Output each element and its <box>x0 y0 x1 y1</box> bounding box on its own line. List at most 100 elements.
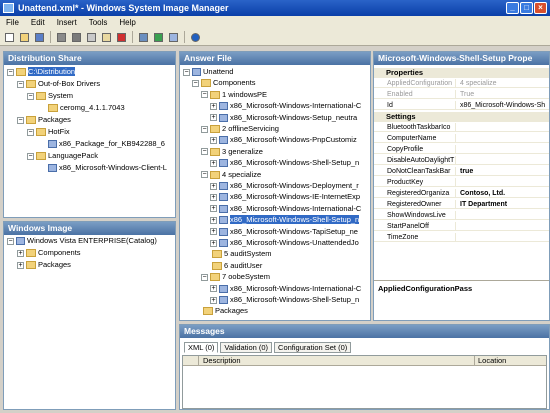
new-button[interactable] <box>3 31 16 44</box>
property-row[interactable]: StartPanelOff <box>374 222 549 231</box>
property-row[interactable]: Id x86_Microsoft-Windows-Sh <box>374 101 549 110</box>
settings-category[interactable]: Settings <box>374 112 549 122</box>
tree-node[interactable]: + x86_Microsoft-Windows-IE-InternetExp <box>210 192 360 202</box>
property-row[interactable]: DisableAutoDaylightT <box>374 156 549 165</box>
collapse-icon[interactable]: − <box>27 92 34 100</box>
collapse-icon[interactable]: − <box>201 148 208 156</box>
menu-insert[interactable]: Insert <box>57 18 77 27</box>
minimize-button[interactable]: _ <box>506 2 519 14</box>
tree-node[interactable]: + x86_Microsoft-Windows-UnattendedJo <box>210 238 359 248</box>
tree-node[interactable]: − Components <box>192 78 256 88</box>
copy-button[interactable] <box>85 31 98 44</box>
tree-node[interactable]: Packages <box>192 306 248 316</box>
tree-node[interactable]: + x86_Microsoft-Windows-International-C <box>210 284 361 294</box>
tree-node[interactable]: − Packages <box>17 115 71 125</box>
property-value[interactable]: 4 specialize <box>458 79 549 88</box>
tree-node[interactable]: − Windows Vista ENTERPRISE(Catalog) <box>7 236 157 246</box>
property-row[interactable]: Enabled True <box>374 90 549 99</box>
collapse-icon[interactable]: − <box>17 116 24 124</box>
tree-node[interactable]: − HotFix <box>27 127 70 137</box>
tree-node[interactable]: + x86_Microsoft-Windows-Shell-Setup_n <box>210 158 359 168</box>
collapse-icon[interactable]: − <box>201 91 208 99</box>
collapse-icon[interactable]: − <box>192 79 199 87</box>
tab-configuration-set[interactable]: Configuration Set (0) <box>274 342 352 353</box>
property-row[interactable]: ShowWindowsLive <box>374 211 549 220</box>
property-row[interactable]: DoNotCleanTaskBar true <box>374 167 549 176</box>
expand-icon[interactable]: + <box>210 114 217 122</box>
tree-node[interactable]: − LanguagePack <box>27 151 98 161</box>
tree-node[interactable]: − 7 oobeSystem <box>201 272 270 282</box>
tree-node[interactable]: + x86_Microsoft-Windows-International-C <box>210 204 361 214</box>
expand-icon[interactable]: + <box>210 296 217 304</box>
menu-file[interactable]: File <box>6 18 19 27</box>
collapse-icon[interactable]: − <box>201 171 208 179</box>
paste-button[interactable] <box>100 31 113 44</box>
collapse-icon[interactable]: − <box>17 80 24 88</box>
tree-node[interactable]: + Components <box>17 248 81 258</box>
collapse-icon[interactable]: − <box>7 237 14 245</box>
tree-node[interactable]: + x86_Microsoft-Windows-Shell-Setup_n <box>210 295 359 305</box>
cut-button[interactable] <box>70 31 83 44</box>
properties-category[interactable]: Properties <box>374 68 549 78</box>
property-value[interactable]: true <box>458 167 549 176</box>
property-row[interactable]: ComputerName <box>374 134 549 143</box>
tree-node[interactable]: + x86_Microsoft-Windows-TapiSetup_ne <box>210 227 358 237</box>
expand-icon[interactable]: + <box>210 228 217 236</box>
maximize-button[interactable]: □ <box>520 2 533 14</box>
expand-icon[interactable]: + <box>210 193 217 201</box>
collapse-icon[interactable]: − <box>27 152 34 160</box>
tree-node[interactable]: − Unattend <box>183 67 233 77</box>
menu-tools[interactable]: Tools <box>89 18 108 27</box>
delete-button[interactable] <box>115 31 128 44</box>
collapse-icon[interactable]: − <box>201 273 208 281</box>
tree-node[interactable]: + x86_Microsoft-Windows-PnpCustomiz <box>210 135 357 145</box>
collapse-icon[interactable]: − <box>27 128 34 136</box>
tree-node[interactable]: + x86_Microsoft-Windows-Setup_neutra <box>210 113 357 123</box>
tree-node[interactable]: + x86_Microsoft-Windows-Deployment_r <box>210 181 359 191</box>
collapse-icon[interactable]: − <box>7 68 14 76</box>
expand-icon[interactable]: + <box>210 239 217 247</box>
tree-node[interactable]: + x86_Microsoft-Windows-International-C <box>210 101 361 111</box>
tree-node[interactable]: − 2 offlineServicing <box>201 124 279 134</box>
component-button[interactable] <box>167 31 180 44</box>
tree-node[interactable]: x86_Package_for_KB942288_6 <box>37 139 165 149</box>
tree-node[interactable]: + Packages <box>17 260 71 270</box>
save-button[interactable] <box>33 31 46 44</box>
property-value[interactable]: IT Department <box>458 200 549 209</box>
expand-icon[interactable]: + <box>210 216 217 224</box>
tree-node[interactable]: − Out-of-Box Drivers <box>17 79 100 89</box>
expand-icon[interactable]: + <box>210 182 217 190</box>
expand-icon[interactable]: + <box>210 159 217 167</box>
expand-icon[interactable]: + <box>17 249 24 257</box>
expand-icon[interactable]: + <box>210 102 217 110</box>
column-location[interactable]: Location <box>474 356 506 366</box>
menu-help[interactable]: Help <box>119 18 135 27</box>
tree-node[interactable]: − 3 generalize <box>201 147 263 157</box>
print-button[interactable] <box>55 31 68 44</box>
property-value[interactable]: x86_Microsoft-Windows-Sh <box>458 101 549 110</box>
property-value[interactable]: True <box>458 90 549 99</box>
property-row[interactable]: ProductKey <box>374 178 549 187</box>
property-row[interactable]: TimeZone <box>374 233 549 242</box>
tree-node[interactable]: − 1 windowsPE <box>201 90 267 100</box>
collapse-icon[interactable]: − <box>201 125 208 133</box>
validate-button[interactable] <box>152 31 165 44</box>
tree-node[interactable]: + x86_Microsoft-Windows-Shell-Setup_n <box>210 215 360 225</box>
open-button[interactable] <box>18 31 31 44</box>
tree-node[interactable]: ceromg_4.1.1.7043 <box>37 103 125 113</box>
tree-node[interactable]: − C:\Distribution <box>7 67 76 77</box>
tree-node[interactable]: 5 auditSystem <box>201 249 272 259</box>
tree-node[interactable]: 6 auditUser <box>201 261 262 271</box>
expand-icon[interactable]: + <box>210 136 217 144</box>
expand-icon[interactable]: + <box>210 285 217 293</box>
tab-validation[interactable]: Validation (0) <box>220 342 273 353</box>
tree-node[interactable]: − System <box>27 91 73 101</box>
expand-icon[interactable]: + <box>210 205 217 213</box>
menu-edit[interactable]: Edit <box>31 18 45 27</box>
property-row[interactable]: CopyProfile <box>374 145 549 154</box>
tab-xml[interactable]: XML (0) <box>184 342 219 353</box>
property-row[interactable]: AppliedConfiguration 4 specialize <box>374 79 549 88</box>
property-row[interactable]: RegisteredOrganiza Contoso, Ltd. <box>374 189 549 198</box>
tree-node[interactable]: − 4 specialize <box>201 170 261 180</box>
column-description[interactable]: Description <box>203 356 241 366</box>
